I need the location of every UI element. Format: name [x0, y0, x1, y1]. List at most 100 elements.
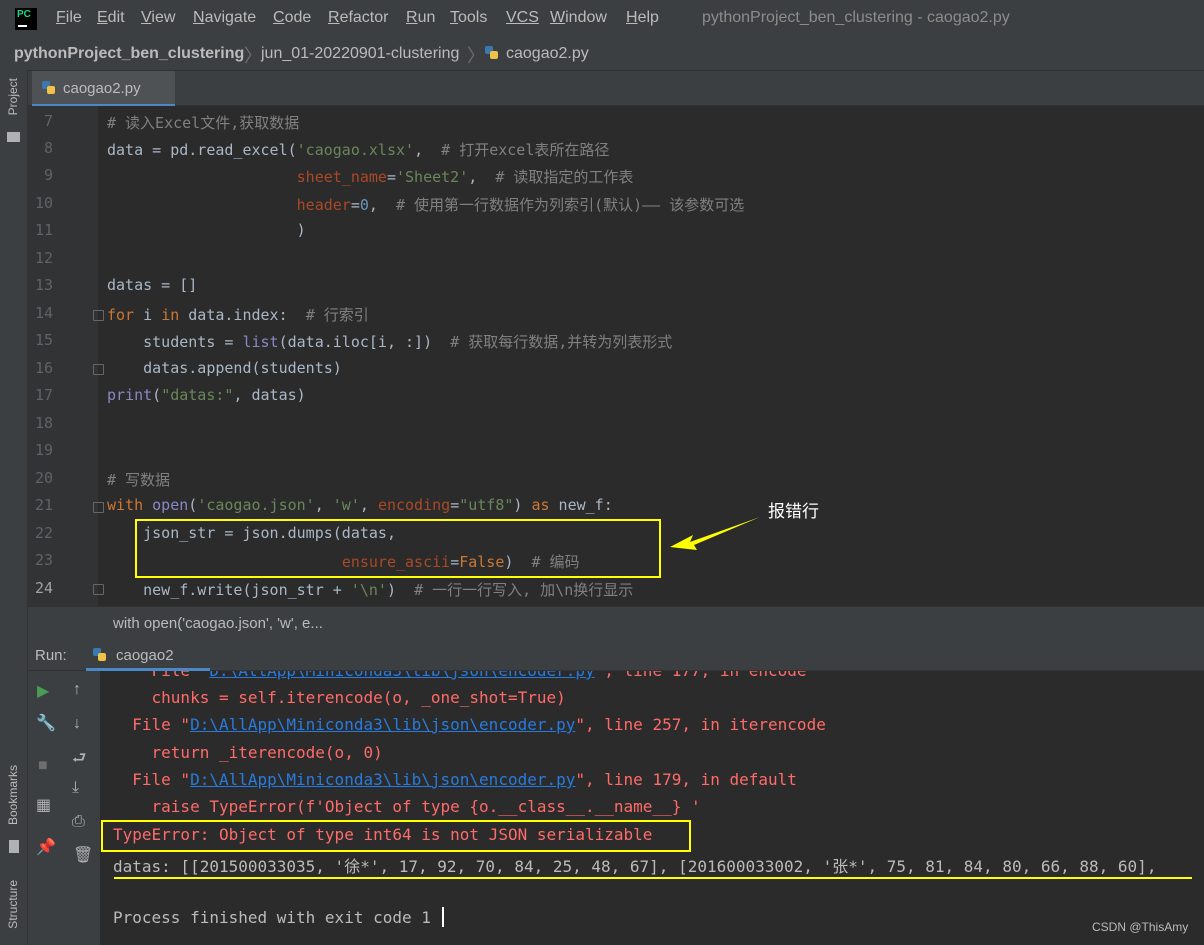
line-number: 17	[34, 386, 53, 404]
code-breadcrumb[interactable]: with open('caogao.json', 'w', e...	[113, 615, 323, 632]
line-number: 19	[34, 441, 53, 459]
fold-icon[interactable]	[93, 310, 104, 321]
editor-tab-bar	[28, 71, 1204, 106]
run-label: Run:	[35, 647, 67, 664]
line-number: 15	[34, 331, 53, 349]
code-line: with open('caogao.json', 'w', encoding="…	[107, 496, 613, 514]
run-tab-caogao2[interactable]: caogao2	[86, 641, 210, 671]
python-file-icon	[41, 80, 57, 96]
pin-icon[interactable]: 📌	[36, 837, 56, 857]
menu-item-refactor[interactable]: Refactor	[328, 9, 388, 27]
arrow-up-icon[interactable]: ↑	[73, 681, 81, 699]
fold-icon[interactable]	[93, 364, 104, 375]
run-tab-label: caogao2	[116, 647, 174, 664]
annotation-arrow-icon	[670, 517, 760, 550]
navigation-bar: pythonProject_ben_clustering 〉 jun_01-20…	[0, 36, 1204, 71]
tab-label: caogao2.py	[63, 80, 141, 97]
code-breadcrumb-bar: with open('caogao.json', 'w', e...	[28, 606, 1204, 641]
breadcrumb-file[interactable]: caogao2.py	[506, 45, 589, 63]
line-number: 18	[34, 414, 53, 432]
menu-item-window[interactable]: Window	[550, 9, 607, 27]
error-message-highlight	[101, 820, 691, 852]
fold-icon[interactable]	[93, 584, 104, 595]
watermark: CSDN @ThisAmy	[1092, 920, 1189, 934]
chevron-right-icon: 〉	[467, 46, 485, 66]
line-number: 12	[34, 249, 53, 267]
wrench-icon[interactable]: 🔧	[36, 713, 56, 733]
bookmark-icon	[9, 840, 19, 853]
menu-item-navigate[interactable]: Navigate	[193, 9, 256, 27]
folder-icon	[7, 132, 20, 142]
line-number: 13	[34, 276, 53, 294]
line-number: 14	[34, 304, 53, 322]
code-line: new_f.write(json_str + '\n') # 一行一行写入, 加…	[107, 581, 634, 599]
code-line: # 写数据	[107, 471, 171, 489]
fold-icon[interactable]	[93, 502, 104, 513]
arrow-down-icon[interactable]: ↓	[73, 715, 81, 733]
breadcrumb-project[interactable]: pythonProject_ben_clustering	[14, 45, 244, 63]
print-icon[interactable]: ⎙	[72, 813, 85, 831]
code-line: sheet_name='Sheet2', # 读取指定的工作表	[296, 168, 634, 186]
code-line: header=0, # 使用第一行数据作为列索引(默认)—— 该参数可选	[296, 196, 745, 214]
line-number: 8	[43, 139, 53, 157]
line-number: 10	[34, 194, 53, 212]
rerun-icon[interactable]: ▶	[37, 681, 49, 701]
menu-item-help[interactable]: Help	[626, 9, 659, 27]
line-number: 7	[43, 112, 53, 130]
run-toolbar-primary: ▶ 🔧 ■ ▦ 📌	[28, 671, 63, 945]
line-number: 24	[34, 579, 53, 597]
annotation-label: 报错行	[768, 502, 819, 521]
python-file-icon	[92, 647, 108, 663]
code-line: students = list(data.iloc[i, :]) # 获取每行数…	[107, 333, 673, 351]
console-line: chunks = self.iterencode(o, _one_shot=Tr…	[113, 688, 566, 707]
window-title: pythonProject_ben_clustering - caogao2.p…	[702, 9, 1010, 26]
python-file-icon	[484, 45, 500, 61]
trash-icon[interactable]: 🗑	[73, 845, 93, 865]
console-line: File "D:\AllApp\Miniconda3\lib\json\enco…	[113, 770, 797, 789]
stop-icon[interactable]: ■	[38, 757, 48, 775]
output-underline	[114, 877, 1192, 879]
menu-item-tools[interactable]: Tools	[450, 9, 487, 27]
run-toolbar-secondary: ↑ ↓ ⮐ ⤓ ⎙ 🗑	[62, 671, 101, 945]
file-link[interactable]: D:\AllApp\Miniconda3\lib\json\encoder.py	[190, 715, 575, 734]
console-line: raise TypeError(f'Object of type {o.__cl…	[113, 797, 701, 816]
file-link[interactable]: D:\AllApp\Miniconda3\lib\json\encoder.py	[209, 671, 594, 680]
code-line: datas.append(students)	[107, 359, 342, 377]
scroll-to-end-icon[interactable]: ⤓	[72, 779, 79, 797]
menu-item-vcs[interactable]: VCS	[506, 9, 539, 27]
menu-bar: PC File Edit View Navigate Code Refactor Run To…	[0, 0, 1204, 36]
text-cursor	[442, 907, 444, 927]
code-line: data = pd.read_excel('caogao.xlsx', # 打开…	[107, 141, 610, 159]
pycharm-logo-icon: PC	[14, 7, 38, 31]
file-link[interactable]: D:\AllApp\Miniconda3\lib\json\encoder.py	[190, 770, 575, 789]
tab-caogao2[interactable]: caogao2.py	[32, 71, 175, 107]
code-line: datas = []	[107, 276, 198, 294]
line-number: 22	[34, 524, 53, 542]
menu-item-edit[interactable]: Edit	[97, 9, 125, 27]
menu-item-run[interactable]: Run	[406, 9, 435, 27]
line-number: 23	[34, 551, 53, 569]
menu-item-code[interactable]: Code	[273, 9, 311, 27]
console-line: File "D:\AllApp\Miniconda3\lib\json\enco…	[113, 715, 826, 734]
breadcrumb-folder[interactable]: jun_01-20220901-clustering	[261, 45, 459, 63]
line-number: 11	[34, 221, 53, 239]
bookmarks-tool-button[interactable]: Bookmarks	[6, 765, 20, 825]
left-tool-strip: Project Bookmarks Structure	[0, 70, 28, 945]
menu-item-view[interactable]: View	[141, 9, 175, 27]
console-line: Process finished with exit code 1	[113, 908, 431, 927]
run-console[interactable]: File "D:\AllApp\Miniconda3\lib\json\enco…	[100, 671, 1204, 945]
structure-tool-button[interactable]: Structure	[6, 880, 20, 929]
line-number: 9	[43, 166, 53, 184]
layout-icon[interactable]: ▦	[36, 795, 51, 815]
code-line: )	[107, 221, 306, 239]
line-number: 20	[34, 469, 53, 487]
soft-wrap-icon[interactable]: ⮐	[72, 747, 86, 774]
code-line: # 读入Excel文件,获取数据	[107, 114, 300, 132]
error-line-highlight	[135, 519, 661, 578]
project-tool-button[interactable]: Project	[6, 78, 20, 115]
console-line: return _iterencode(o, 0)	[113, 743, 383, 762]
code-line: for i in data.index: # 行索引	[107, 306, 369, 324]
console-line: datas: [[201500033035, '徐*', 17, 92, 70,…	[113, 857, 1157, 876]
menu-item-file[interactable]: File	[56, 9, 82, 27]
line-number: 16	[34, 359, 53, 377]
